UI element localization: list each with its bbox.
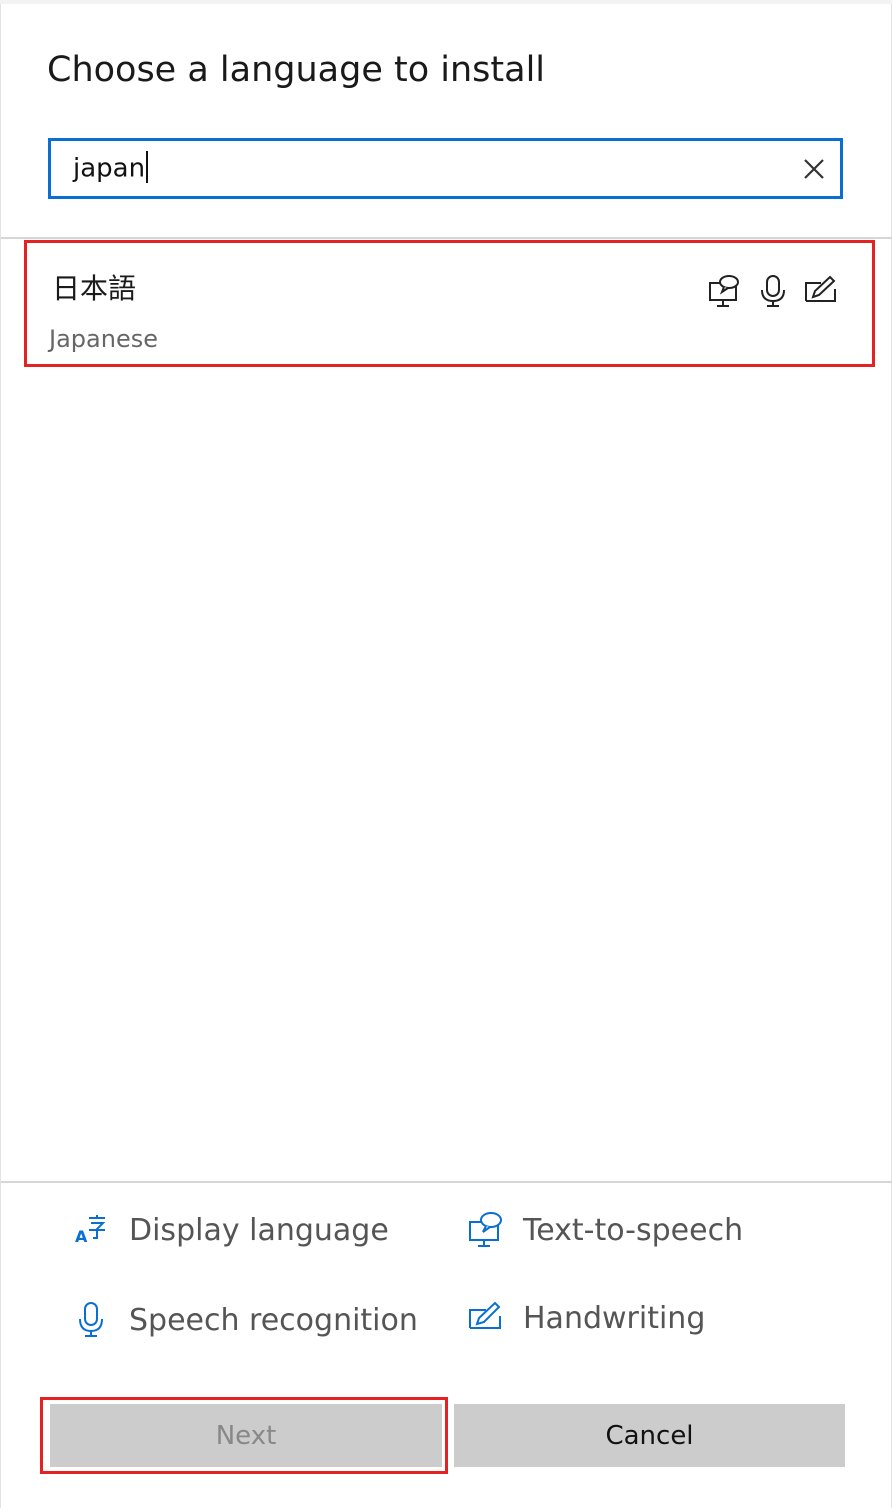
legend-text-to-speech: Text-to-speech xyxy=(467,1210,743,1250)
page: Choose a language to install japan 日本語 J… xyxy=(0,0,892,1508)
legend-label: Text-to-speech xyxy=(523,1212,744,1248)
microphone-icon xyxy=(755,273,791,309)
list-item-japanese[interactable]: 日本語 Japanese xyxy=(24,240,875,367)
microphone-icon xyxy=(73,1300,113,1340)
text-caret xyxy=(146,151,149,183)
display-language-icon: A xyxy=(73,1210,113,1250)
next-button[interactable]: Next xyxy=(50,1404,442,1467)
legend-speech-recognition: Speech recognition xyxy=(73,1300,418,1340)
dialog-title: Choose a language to install xyxy=(47,50,546,90)
svg-text:A: A xyxy=(75,1227,88,1246)
language-feature-icons xyxy=(707,273,839,309)
legend-display-language: A Display language xyxy=(73,1210,389,1250)
legend-label: Handwriting xyxy=(523,1300,706,1336)
close-icon[interactable] xyxy=(802,157,826,181)
legend-label: Speech recognition xyxy=(129,1302,418,1338)
divider xyxy=(1,1181,892,1183)
search-input-value[interactable]: japan xyxy=(73,151,149,185)
handwriting-icon xyxy=(803,273,839,309)
language-search-input[interactable]: japan xyxy=(48,138,843,199)
language-english-name: Japanese xyxy=(49,325,158,353)
cancel-button[interactable]: Cancel xyxy=(454,1404,845,1467)
legend-label: Display language xyxy=(129,1212,389,1248)
language-native-name: 日本語 xyxy=(52,272,137,305)
language-install-dialog: Choose a language to install japan 日本語 J… xyxy=(0,4,892,1508)
legend-handwriting: Handwriting xyxy=(467,1298,705,1338)
handwriting-icon xyxy=(467,1298,507,1338)
text-to-speech-icon xyxy=(707,273,743,309)
divider xyxy=(1,237,892,239)
text-to-speech-icon xyxy=(467,1210,507,1250)
